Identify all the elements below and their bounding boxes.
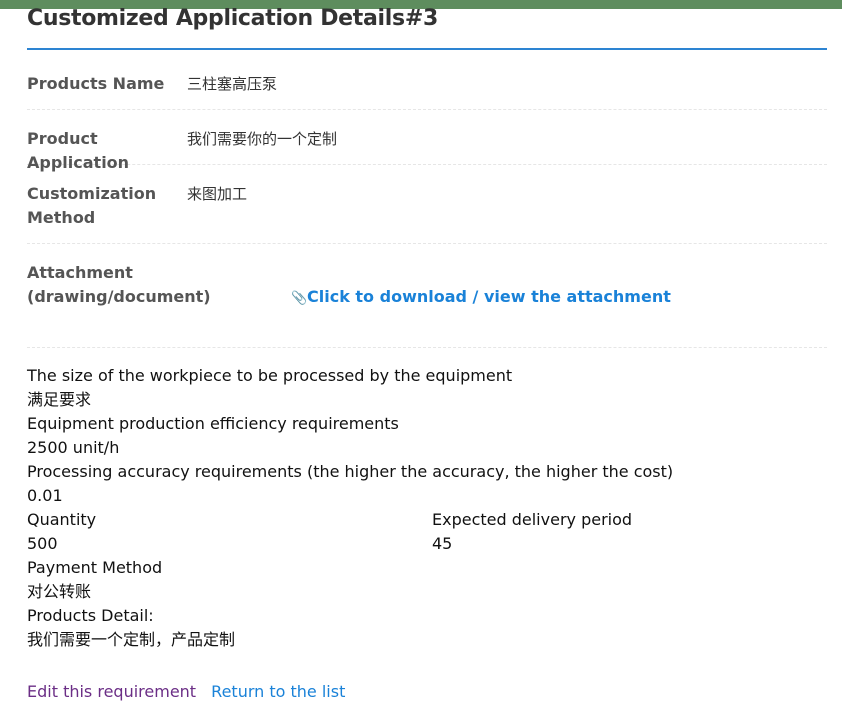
products-name-label: Products Name bbox=[27, 74, 165, 93]
payment-value: 对公转账 bbox=[27, 582, 92, 601]
attachment-row: Attachment (drawing/document) 📎Click to … bbox=[27, 261, 827, 348]
products-detail-label: Products Detail: bbox=[27, 606, 154, 625]
products-name-value: 三柱塞高压泵 bbox=[187, 75, 278, 93]
delivery-value: 45 bbox=[432, 534, 453, 553]
product-application-label: Product Application bbox=[27, 129, 130, 172]
workpiece-size-value: 满足要求 bbox=[27, 390, 92, 409]
quantity-label: Quantity bbox=[27, 510, 97, 529]
action-links: Edit this requirement Return to the list bbox=[27, 680, 345, 704]
products-detail-value: 我们需要一个定制，产品定制 bbox=[27, 630, 236, 649]
delivery-label: Expected delivery period bbox=[432, 510, 633, 529]
return-to-list-link[interactable]: Return to the list bbox=[211, 682, 345, 701]
title-divider bbox=[27, 48, 827, 50]
customization-method-label: Customization Method bbox=[27, 182, 187, 230]
products-name-row: Products Name 三柱塞高压泵 bbox=[27, 72, 827, 110]
attachment-label: Attachment (drawing/document) bbox=[27, 261, 267, 309]
attachment-label-line1: Attachment bbox=[27, 263, 133, 282]
customization-method-row: Customization Method 来图加工 bbox=[27, 182, 827, 244]
efficiency-value: 2500 unit/h bbox=[27, 438, 120, 457]
attachment-download-link[interactable]: 📎Click to download / view the attachment bbox=[291, 285, 671, 311]
customization-method-label-line1: Customization bbox=[27, 184, 157, 203]
attachment-link-text: Click to download / view the attachment bbox=[307, 287, 671, 306]
edit-requirement-link[interactable]: Edit this requirement bbox=[27, 682, 196, 701]
attachment-label-line2: (drawing/document) bbox=[27, 287, 211, 306]
page-title: Customized Application Details#3 bbox=[27, 6, 438, 31]
quantity-value: 500 bbox=[27, 534, 58, 553]
accuracy-label: Processing accuracy requirements (the hi… bbox=[27, 462, 674, 481]
efficiency-label: Equipment production efficiency requirem… bbox=[27, 414, 399, 433]
accuracy-value: 0.01 bbox=[27, 486, 63, 505]
workpiece-size-label: The size of the workpiece to be processe… bbox=[27, 366, 513, 385]
customization-method-label-line2: Method bbox=[27, 208, 96, 227]
product-application-value: 我们需要你的一个定制 bbox=[187, 130, 338, 148]
payment-label: Payment Method bbox=[27, 558, 163, 577]
customization-method-value: 来图加工 bbox=[187, 185, 248, 203]
paperclip-icon: 📎 bbox=[291, 291, 308, 306]
product-application-row: Product Application 我们需要你的一个定制 bbox=[27, 127, 827, 172]
